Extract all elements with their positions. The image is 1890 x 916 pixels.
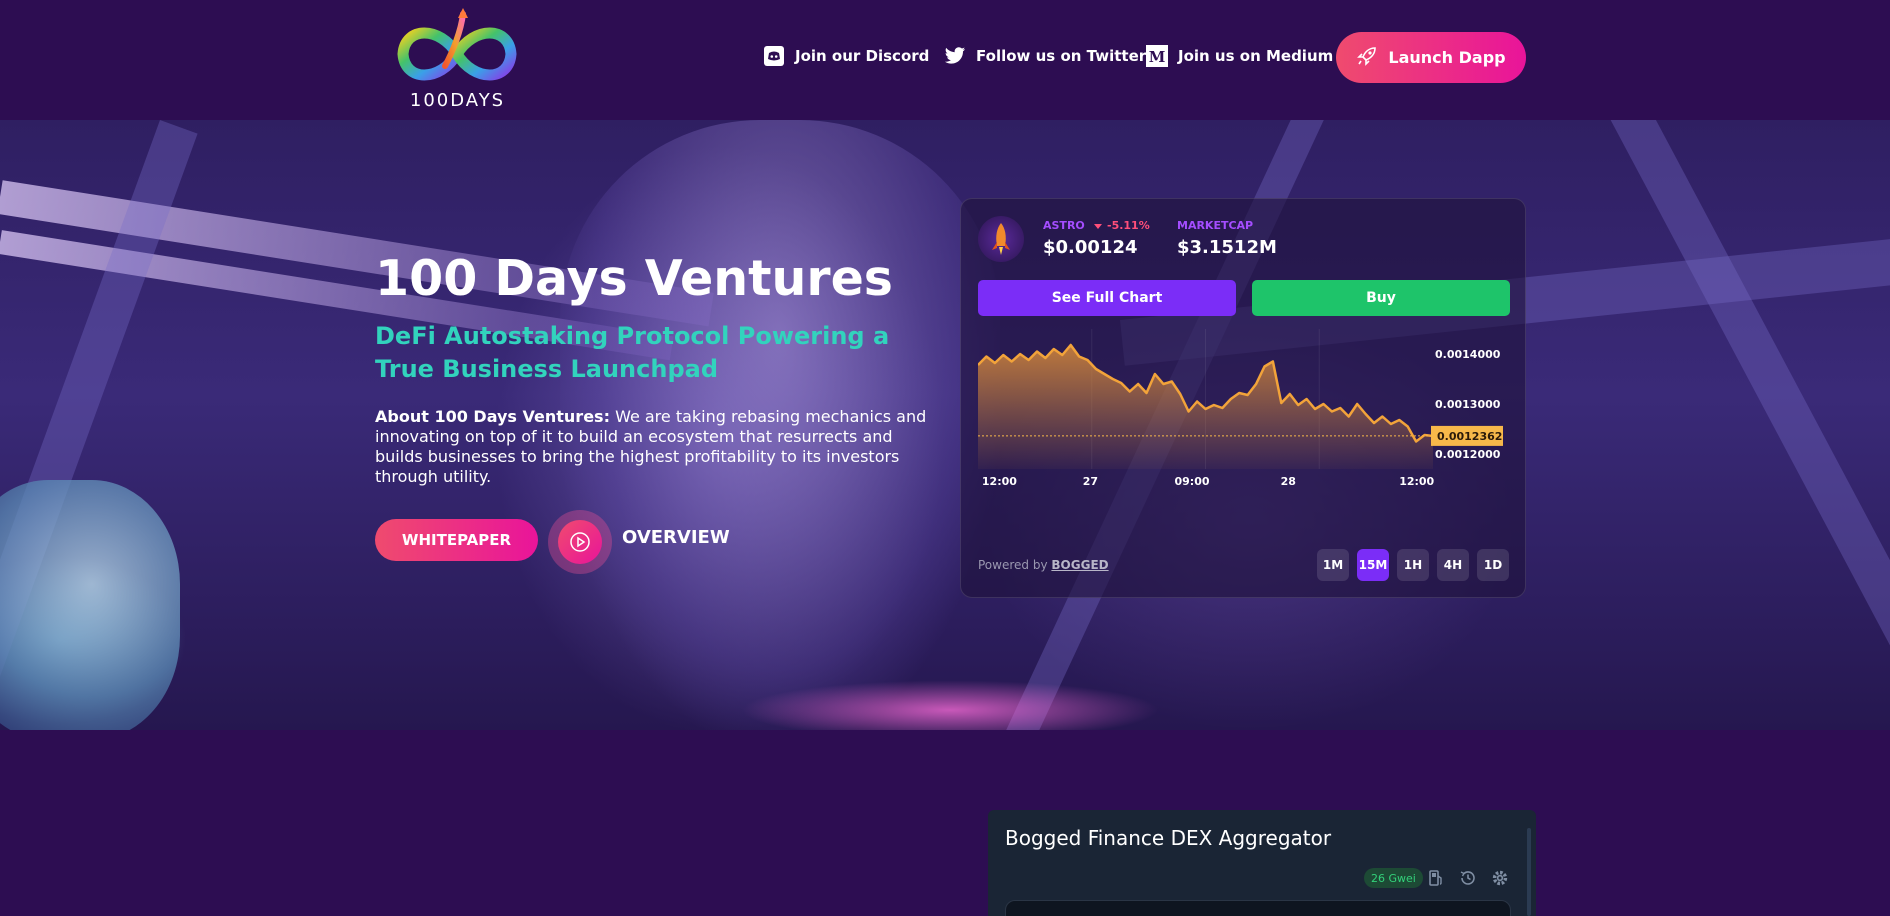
overview-link[interactable]: OVERVIEW [622, 527, 730, 548]
hero-title: 100 Days Ventures [375, 250, 893, 307]
x-tick-label: 12:00 [982, 475, 1017, 488]
astro-token-icon [978, 216, 1024, 262]
hero-about: About 100 Days Ventures: We are taking r… [375, 407, 945, 487]
x-tick-label: 12:00 [1399, 475, 1434, 488]
dex-scrollbar[interactable] [1527, 828, 1531, 916]
timeframe-1d[interactable]: 1D [1477, 549, 1509, 581]
x-tick-label: 28 [1281, 475, 1296, 488]
dex-swap-panel [1005, 900, 1511, 916]
play-overview-button[interactable] [548, 510, 612, 574]
planet-window [0, 480, 180, 730]
x-tick-label: 09:00 [1174, 475, 1209, 488]
logo[interactable]: 100DAYS [385, 6, 530, 114]
marketcap-value: $3.1512M [1177, 237, 1277, 258]
price-card: ASTRO -5.11% $0.00124 MARKETCAP $3.1512M… [960, 198, 1526, 598]
hero-subtitle: DeFi Autostaking Protocol Powering a Tru… [375, 322, 890, 383]
launch-dapp-label: Launch Dapp [1388, 48, 1506, 67]
settings-icon[interactable] [1490, 868, 1510, 888]
nav-twitter-link[interactable]: Follow us on Twitter [944, 40, 1146, 72]
floor-glow [740, 680, 1160, 730]
y-tick-label: 0.0012000 [1435, 448, 1501, 461]
whitepaper-button[interactable]: WHITEPAPER [375, 519, 538, 561]
about-label: About 100 Days Ventures: [375, 407, 610, 426]
nav-discord-label: Join our Discord [795, 47, 930, 65]
x-tick-label: 27 [1083, 475, 1098, 488]
timeframe-15m[interactable]: 15M [1357, 549, 1389, 581]
logo-text: 100DAYS [409, 90, 506, 111]
medium-icon: M [1146, 45, 1168, 67]
y-tick-label: 0.0013000 [1435, 398, 1501, 411]
y-tick-label: 0.0014000 [1435, 348, 1501, 361]
gas-icon[interactable] [1426, 868, 1446, 888]
token-symbol: ASTRO [1043, 219, 1085, 232]
price-change-value: -5.11% [1107, 219, 1150, 232]
nav-discord-link[interactable]: Join our Discord [763, 40, 929, 72]
price-change: -5.11% [1094, 219, 1150, 232]
timeframe-1h[interactable]: 1H [1397, 549, 1429, 581]
price-chart[interactable]: 0.0014000 0.0013000 0.0012000 12:00 27 09:00… [978, 329, 1513, 489]
marketcap-label: MARKETCAP [1177, 219, 1254, 232]
svg-text:M: M [1149, 48, 1166, 66]
x-axis: 12:00 27 09:00 28 12:00 [982, 475, 1435, 488]
timeframe-1m[interactable]: 1M [1317, 549, 1349, 581]
background-strut [1600, 120, 1890, 719]
nav-medium-label: Join us on Medium [1178, 47, 1334, 65]
history-icon[interactable] [1458, 868, 1478, 888]
site-header: 100DAYS Join our Discord Follow us on Tw… [0, 0, 1890, 120]
buy-button[interactable]: Buy [1252, 280, 1510, 316]
timeframe-4h[interactable]: 4H [1437, 549, 1469, 581]
token-price: $0.00124 [1043, 237, 1138, 258]
play-icon [558, 520, 602, 564]
bogged-link[interactable]: BOGGED [1051, 558, 1108, 572]
timeframe-selector: 1M 15M 1H 4H 1D [1317, 549, 1509, 581]
discord-icon [763, 45, 785, 67]
dex-title: Bogged Finance DEX Aggregator [1005, 826, 1332, 850]
infinity-logo-icon [397, 8, 517, 81]
current-price-label: 0.0012362 [1431, 425, 1503, 446]
nav-medium-link[interactable]: M Join us on Medium [1146, 40, 1333, 72]
twitter-icon [944, 45, 966, 67]
rocket-icon [1356, 45, 1378, 71]
hero-section [0, 120, 1890, 730]
powered-prefix: Powered by [978, 558, 1048, 572]
launch-dapp-button[interactable]: Launch Dapp [1336, 32, 1526, 83]
gas-price-badge: 26 Gwei [1364, 868, 1423, 888]
caret-down-icon [1094, 223, 1102, 229]
current-price-text: 0.0012362 [1437, 430, 1502, 443]
dex-aggregator-widget: Bogged Finance DEX Aggregator 26 Gwei [988, 810, 1536, 916]
powered-by: Powered by BOGGED [978, 558, 1109, 572]
see-full-chart-button[interactable]: See Full Chart [978, 280, 1236, 316]
nav-twitter-label: Follow us on Twitter [976, 47, 1147, 65]
